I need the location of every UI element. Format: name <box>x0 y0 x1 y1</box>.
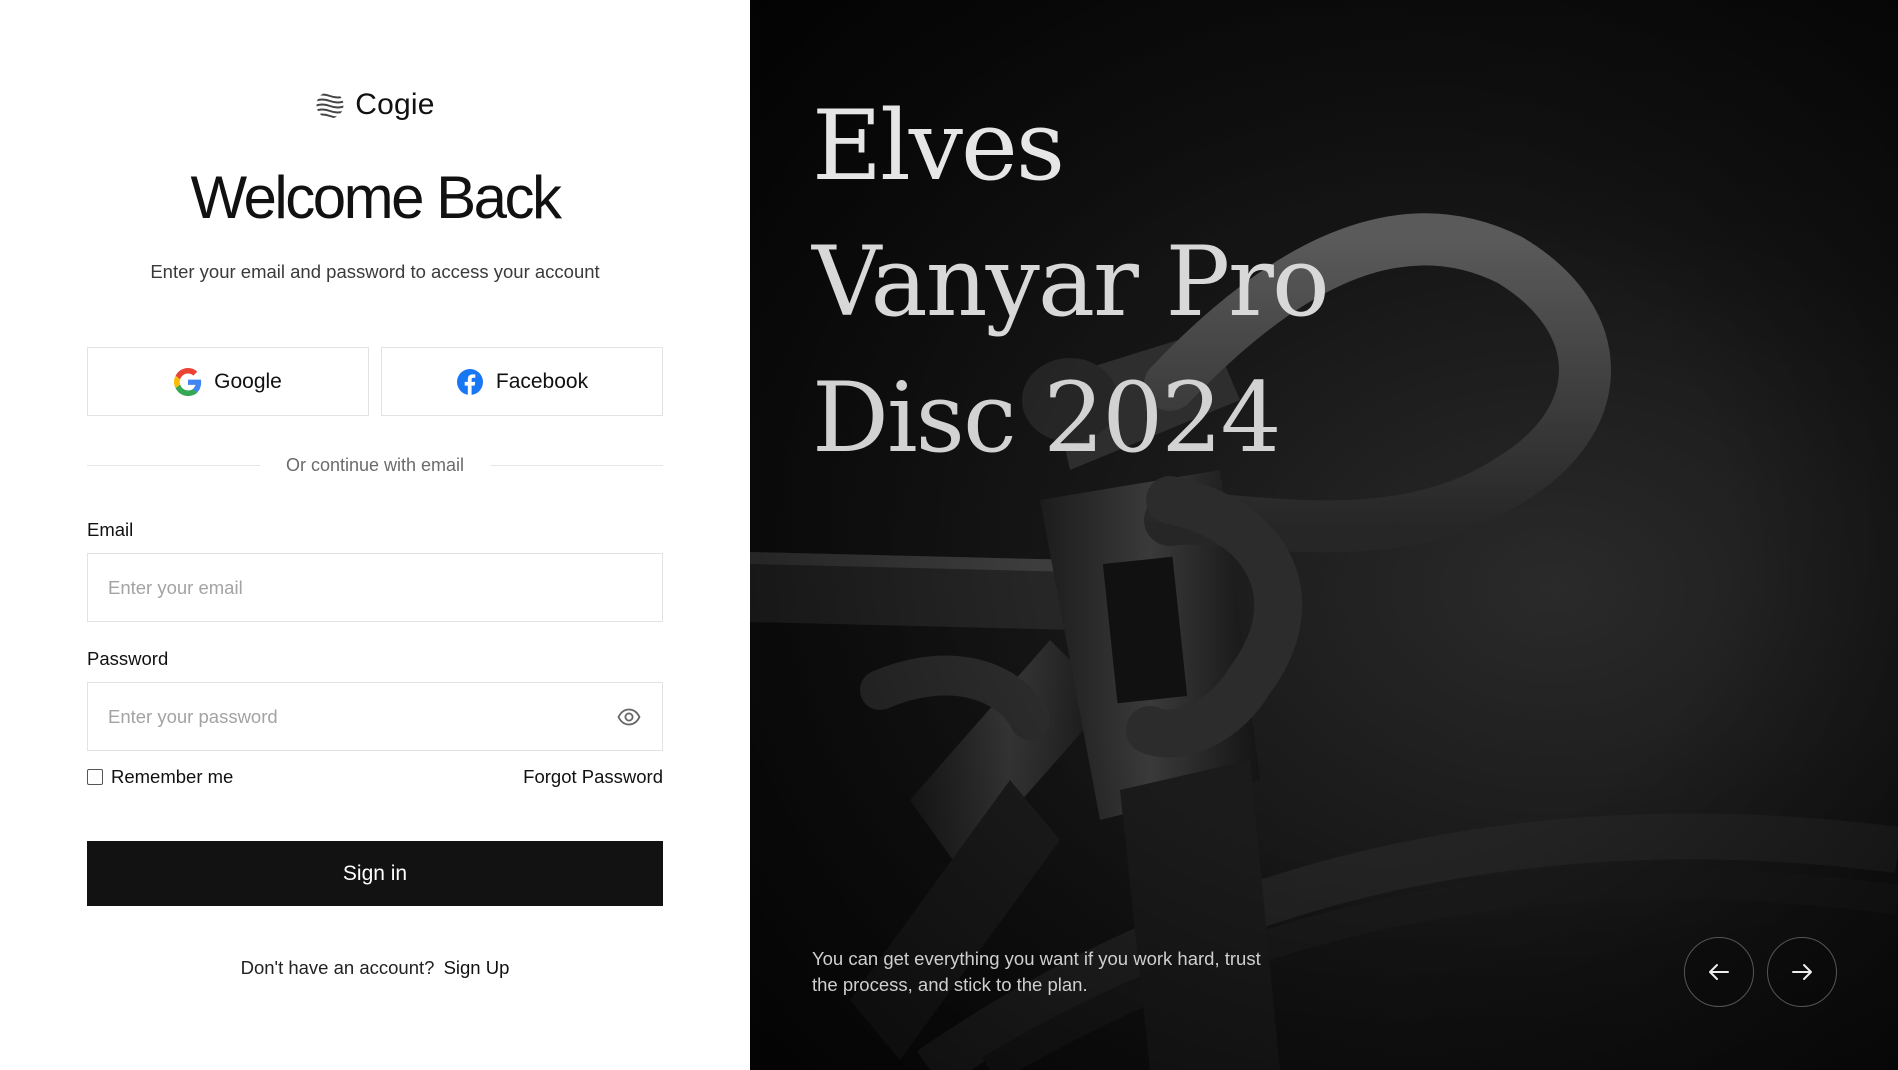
email-divider: Or continue with email <box>87 455 664 476</box>
divider-line-left <box>87 465 260 466</box>
carousel-prev-button[interactable] <box>1684 937 1754 1007</box>
eye-icon[interactable] <box>616 704 642 730</box>
arrow-left-icon <box>1709 964 1729 980</box>
divider-text: Or continue with email <box>285 455 465 475</box>
sign-in-button[interactable]: Sign in <box>87 841 663 906</box>
hero-panel: Elves Vanyar Pro Disc 2024 You can get e… <box>750 0 1898 1070</box>
hero-title-line-1: Elves <box>812 90 1065 202</box>
signup-prompt: Don't have an account? <box>240 957 435 978</box>
facebook-icon <box>456 368 484 396</box>
hero-title: Elves Vanyar Pro Disc 2024 <box>812 78 1330 486</box>
google-label: Google <box>214 369 282 393</box>
social-login-row: Google Facebook <box>87 347 663 416</box>
forgot-password-link[interactable]: Forgot Password <box>523 766 663 788</box>
signup-row: Don't have an account? Sign Up <box>87 957 663 979</box>
arrow-right-icon <box>1792 964 1812 980</box>
hero-title-line-3: Disc 2024 <box>812 362 1282 474</box>
brand-name: Cogie <box>355 88 435 121</box>
password-field[interactable] <box>108 683 616 750</box>
email-field[interactable] <box>108 554 642 621</box>
divider-line-right <box>490 465 664 466</box>
page-subtitle: Enter your email and password to access … <box>150 261 600 282</box>
google-login-button[interactable]: Google <box>87 347 369 416</box>
sign-up-link[interactable]: Sign Up <box>444 957 510 978</box>
hero-title-line-2: Vanyar Pro <box>812 226 1330 338</box>
carousel-next-button[interactable] <box>1767 937 1837 1007</box>
facebook-login-button[interactable]: Facebook <box>381 347 663 416</box>
email-field-wrapper <box>87 553 663 622</box>
login-panel: Cogie Welcome Back Enter your email and … <box>0 0 750 1070</box>
google-icon <box>174 367 202 396</box>
password-field-wrapper <box>87 682 663 751</box>
form-options-row: Remember me Forgot Password <box>87 766 663 788</box>
email-label: Email <box>87 519 134 540</box>
login-page: Cogie Welcome Back Enter your email and … <box>0 0 1898 1070</box>
remember-me-label: Remember me <box>111 766 234 787</box>
password-label: Password <box>87 648 169 669</box>
wave-sphere-icon <box>315 90 345 120</box>
facebook-label: Facebook <box>495 369 589 393</box>
remember-me[interactable]: Remember me <box>87 766 233 788</box>
brand: Cogie <box>87 88 663 122</box>
page-title: Welcome Back <box>190 164 562 231</box>
remember-me-checkbox[interactable] <box>87 769 103 785</box>
hero-quote: You can get everything you want if you w… <box>812 948 1261 995</box>
